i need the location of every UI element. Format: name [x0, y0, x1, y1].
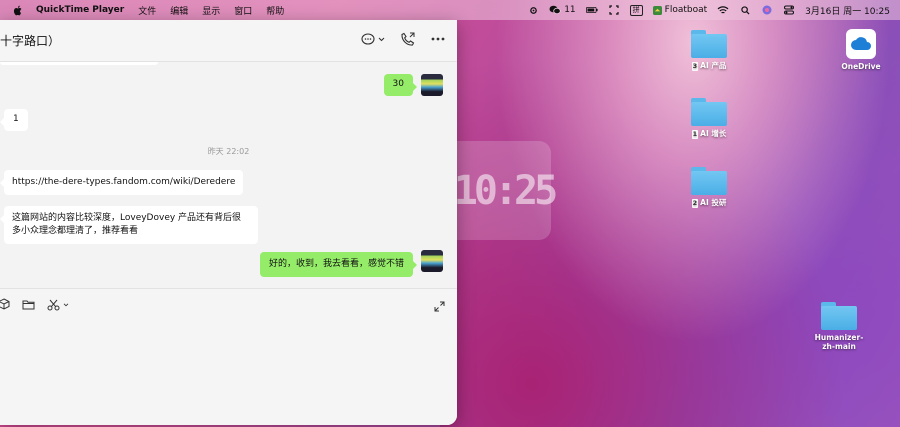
desktop-folder-humanizer[interactable]: Humanizer-zh-main	[804, 302, 874, 351]
folder-icon	[691, 167, 727, 195]
folder-name: AI 增长	[700, 129, 727, 138]
wechat-chat-window: 十字路口） 30 1 昨天 22:02 https://the-dere-typ…	[0, 20, 457, 425]
expand-button[interactable]	[434, 297, 445, 316]
avatar-self[interactable]	[421, 74, 443, 96]
more-options-button[interactable]	[431, 37, 445, 41]
folder-outline-icon	[22, 300, 35, 310]
app-menu-quicktime[interactable]: QuickTime Player	[36, 5, 124, 15]
folder-name: Humanizer-zh-main	[814, 333, 864, 351]
battery-icon[interactable]	[585, 4, 598, 16]
folder-name: AI 产品	[700, 61, 727, 70]
cube-icon	[0, 298, 10, 310]
chat-options-button[interactable]	[361, 32, 385, 46]
message-bubble-incoming[interactable]: 1	[0, 109, 28, 131]
folder-number: 3	[691, 62, 699, 71]
screenshot-tool-icon[interactable]	[608, 4, 620, 16]
search-icon[interactable]	[739, 4, 751, 16]
folder-number: 1	[691, 130, 699, 139]
ellipsis-icon	[431, 37, 445, 41]
folder-icon	[691, 30, 727, 58]
wifi-icon[interactable]	[717, 4, 729, 16]
desktop-app-onedrive[interactable]: OneDrive	[826, 29, 896, 71]
desktop-folder-ai-research[interactable]: 2 AI 投研	[674, 167, 744, 208]
wechat-icon	[549, 5, 561, 15]
expand-icon	[434, 301, 445, 312]
chat-header: 十字路口）	[0, 20, 457, 62]
menu-window[interactable]: 窗口	[234, 4, 252, 17]
menu-bar: QuickTime Player 文件 编辑 显示 窗口 帮助 11 拼 Flo…	[0, 0, 900, 20]
folder-number: 2	[691, 199, 699, 208]
message-timestamp: 昨天 22:02	[207, 147, 250, 156]
message-input-area[interactable]	[0, 288, 457, 425]
folder-name: AI 投研	[700, 198, 727, 207]
gear-status-icon[interactable]	[527, 4, 539, 16]
onedrive-label: OneDrive	[841, 62, 881, 71]
file-button[interactable]	[22, 295, 35, 314]
clock-widget[interactable]: 10:25	[453, 141, 558, 240]
wechat-count: 11	[564, 5, 576, 15]
control-center-icon[interactable]	[783, 4, 795, 16]
apple-icon[interactable]	[12, 5, 24, 16]
chat-title: 十字路口）	[0, 34, 61, 48]
floatboat-label: Floatboat	[664, 5, 708, 15]
wechat-status[interactable]: 11	[549, 4, 576, 16]
clock-time: 10:25	[453, 167, 558, 214]
message-list[interactable]: 30 1 昨天 22:02 https://the-dere-types.fan…	[0, 62, 457, 288]
voice-call-button[interactable]	[401, 32, 415, 46]
screenshot-button[interactable]	[47, 299, 69, 311]
menubar-clock[interactable]: 3月16日 周一 10:25	[805, 4, 890, 17]
desktop-folder-ai-product[interactable]: 3 AI 产品	[674, 30, 744, 71]
chat-bubble-icon	[361, 32, 375, 45]
input-method-indicator[interactable]: 拼	[629, 4, 643, 16]
desktop-folder-ai-growth[interactable]: 1 AI 增长	[674, 98, 744, 139]
menu-edit[interactable]: 编辑	[170, 4, 188, 17]
menu-file[interactable]: 文件	[138, 4, 156, 17]
message-bubble-partial	[0, 62, 158, 65]
message-bubble-outgoing[interactable]: 30	[383, 74, 418, 96]
floatboat-status[interactable]: Floatboat	[652, 4, 708, 16]
floatboat-icon	[652, 5, 662, 15]
chevron-down-icon	[63, 302, 69, 306]
folder-icon	[821, 302, 857, 330]
folder-icon	[691, 98, 727, 126]
chevron-down-icon	[378, 37, 385, 41]
avatar-self[interactable]	[421, 250, 443, 272]
menu-help[interactable]: 帮助	[266, 4, 284, 17]
sticker-button[interactable]	[0, 295, 10, 314]
scissors-icon	[47, 299, 60, 310]
phone-icon	[401, 32, 415, 46]
onedrive-icon	[846, 29, 876, 59]
message-link-bubble[interactable]: https://the-dere-types.fandom.com/wiki/D…	[0, 170, 244, 195]
message-bubble-incoming[interactable]: 这篇网站的内容比较深度，LoveyDovey 产品还有背后很多小众理念都理清了，…	[0, 206, 258, 244]
message-bubble-outgoing[interactable]: 好的，收到，我去看看，感觉不错	[259, 252, 418, 277]
siri-icon[interactable]	[761, 4, 773, 16]
menu-view[interactable]: 显示	[202, 4, 220, 17]
